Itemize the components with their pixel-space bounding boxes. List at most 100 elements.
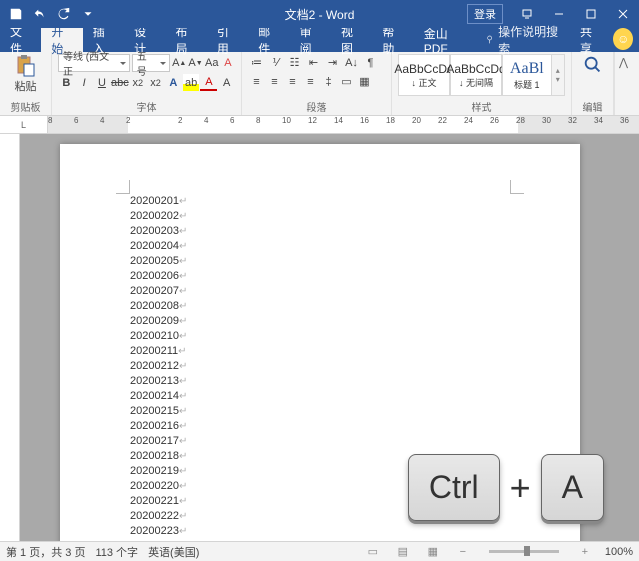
document-line[interactable]: 20200210↵	[130, 329, 510, 344]
plus-icon: +	[510, 467, 531, 509]
styles-more-button[interactable]: ▴▾	[552, 54, 565, 96]
document-line[interactable]: 20200201↵	[130, 194, 510, 209]
clear-format-button[interactable]: A	[221, 55, 235, 72]
align-center-button[interactable]: ≡	[266, 73, 283, 90]
vertical-ruler[interactable]	[0, 134, 20, 541]
font-name-select[interactable]: 等线 (西文正	[58, 54, 130, 72]
clipboard-group-label: 剪贴板	[11, 98, 41, 115]
show-marks-button[interactable]: ¶	[362, 54, 379, 71]
page-status[interactable]: 第 1 页，共 3 页	[6, 544, 85, 560]
tab-review[interactable]: 审阅	[290, 28, 331, 52]
tab-file[interactable]: 文件	[0, 28, 41, 52]
collapse-ribbon-button[interactable]: ⋀	[614, 52, 632, 115]
line-spacing-button[interactable]: ‡	[320, 73, 337, 90]
document-line[interactable]: 20200216↵	[130, 419, 510, 434]
align-right-button[interactable]: ≡	[284, 73, 301, 90]
word-count[interactable]: 113 个字	[95, 544, 138, 560]
tab-layout[interactable]: 布局	[166, 28, 207, 52]
language-status[interactable]: 英语(美国)	[148, 544, 199, 560]
tell-me-search[interactable]: 操作说明搜索	[477, 28, 570, 52]
document-line[interactable]: 20200207↵	[130, 284, 510, 299]
web-layout-button[interactable]: ▦	[423, 544, 443, 560]
tab-selector[interactable]: L	[0, 116, 48, 133]
read-mode-button[interactable]: ▭	[363, 544, 383, 560]
paragraph-group-label: 段落	[248, 98, 385, 115]
group-font: 等线 (西文正 五号 A▲ A▼ Aa A B I U abc x2 x2 A …	[52, 52, 242, 115]
zoom-slider[interactable]	[489, 550, 559, 553]
group-editing: 编辑	[572, 52, 614, 115]
style-nospacing[interactable]: AaBbCcDd↓ 无间隔	[450, 54, 502, 96]
zoom-out-button[interactable]: −	[453, 544, 473, 560]
numbering-button[interactable]: ⅟	[267, 54, 284, 71]
text-effects-button[interactable]: A	[165, 74, 182, 91]
document-line[interactable]: 20200212↵	[130, 359, 510, 374]
document-line[interactable]: 20200208↵	[130, 299, 510, 314]
ruler-scale[interactable]: 8642246810121416182022242628303234363840…	[48, 116, 639, 133]
bullets-button[interactable]: ≔	[248, 54, 265, 71]
document-line[interactable]: 20200203↵	[130, 224, 510, 239]
style-heading1[interactable]: AaBl标题 1	[502, 54, 552, 96]
paste-label: 粘贴	[15, 78, 37, 94]
style-normal[interactable]: AaBbCcDd↓ 正文	[398, 54, 450, 96]
save-button[interactable]	[6, 4, 26, 24]
change-case-button[interactable]: Aa	[205, 55, 219, 72]
margin-corner-icon	[510, 180, 524, 194]
phonetic-button[interactable]: A	[218, 74, 235, 91]
group-clipboard: 粘贴 剪贴板	[0, 52, 52, 115]
multilevel-button[interactable]: ☷	[286, 54, 303, 71]
document-line[interactable]: 20200213↵	[130, 374, 510, 389]
ribbon: 粘贴 剪贴板 等线 (西文正 五号 A▲ A▼ Aa A B I U abc x…	[0, 52, 639, 116]
close-button[interactable]	[607, 0, 639, 28]
document-line[interactable]: 20200209↵	[130, 314, 510, 329]
tab-references[interactable]: 引用	[207, 28, 248, 52]
document-line[interactable]: 20200206↵	[130, 269, 510, 284]
group-paragraph: ≔ ⅟ ☷ ⇤ ⇥ A↓ ¶ ≡ ≡ ≡ ≡ ‡ ▭ ▦ 段落	[242, 52, 392, 115]
quick-access-toolbar	[0, 4, 98, 24]
document-line[interactable]: 20200202↵	[130, 209, 510, 224]
redo-button[interactable]	[54, 4, 74, 24]
key-ctrl: Ctrl	[408, 454, 500, 521]
document-line[interactable]: 20200204↵	[130, 239, 510, 254]
undo-button[interactable]	[30, 4, 50, 24]
find-button[interactable]	[582, 54, 604, 76]
maximize-button[interactable]	[575, 0, 607, 28]
borders-button[interactable]: ▦	[356, 73, 373, 90]
shading-button[interactable]: ▭	[338, 73, 355, 90]
document-line[interactable]: 20200205↵	[130, 254, 510, 269]
highlight-button[interactable]: ab	[183, 74, 200, 91]
zoom-level[interactable]: 100%	[605, 546, 633, 558]
horizontal-ruler: L 86422468101214161820222426283032343638…	[0, 116, 639, 134]
tab-jinshan-pdf[interactable]: 金山PDF	[414, 28, 477, 52]
justify-button[interactable]: ≡	[302, 73, 319, 90]
paste-button[interactable]: 粘贴	[14, 54, 38, 94]
document-line[interactable]: 20200211↵	[130, 344, 510, 359]
print-layout-button[interactable]: ▤	[393, 544, 413, 560]
sort-button[interactable]: A↓	[343, 54, 360, 71]
tab-view[interactable]: 视图	[331, 28, 372, 52]
font-size-select[interactable]: 五号	[132, 54, 170, 72]
font-color-button[interactable]: A	[200, 74, 217, 91]
document-line[interactable]: 20200214↵	[130, 389, 510, 404]
styles-group-label: 样式	[398, 98, 565, 115]
align-left-button[interactable]: ≡	[248, 73, 265, 90]
tab-mailings[interactable]: 邮件	[248, 28, 289, 52]
document-line[interactable]: 20200217↵	[130, 434, 510, 449]
decrease-indent-button[interactable]: ⇤	[305, 54, 322, 71]
zoom-in-button[interactable]: +	[575, 544, 595, 560]
qat-dropdown[interactable]	[78, 4, 98, 24]
grow-font-button[interactable]: A▲	[172, 55, 186, 72]
keyboard-shortcut-overlay: Ctrl + A	[408, 454, 604, 521]
key-a: A	[541, 454, 604, 521]
tell-me-label: 操作说明搜索	[498, 23, 562, 57]
font-group-label: 字体	[58, 98, 235, 115]
document-line[interactable]: 20200223↵	[130, 524, 510, 539]
login-button[interactable]: 登录	[467, 4, 503, 24]
share-button[interactable]: 共享	[570, 28, 611, 52]
margin-corner-icon	[116, 180, 130, 194]
group-styles: AaBbCcDd↓ 正文 AaBbCcDd↓ 无间隔 AaBl标题 1 ▴▾ 样…	[392, 52, 572, 115]
shrink-font-button[interactable]: A▼	[188, 55, 202, 72]
increase-indent-button[interactable]: ⇥	[324, 54, 341, 71]
tab-help[interactable]: 帮助	[372, 28, 413, 52]
document-line[interactable]: 20200215↵	[130, 404, 510, 419]
user-face-icon[interactable]: ☺	[613, 28, 633, 50]
